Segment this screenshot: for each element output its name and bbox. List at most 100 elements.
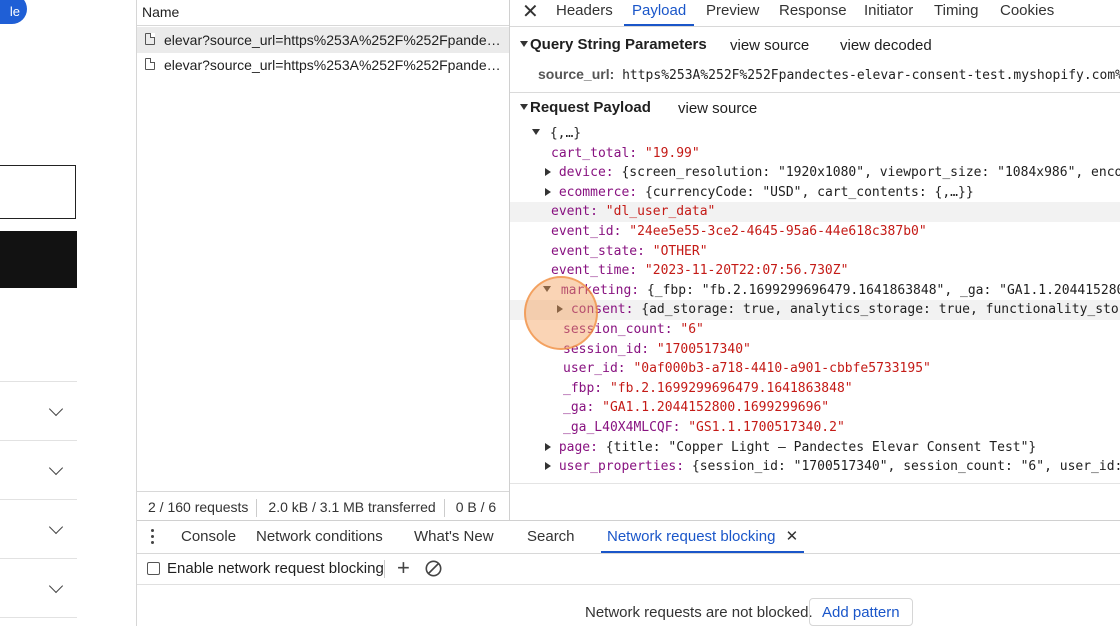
tab-cookies[interactable]: Cookies xyxy=(1000,0,1054,26)
request-row[interactable]: elevar?source_url=https%253A%252F%252Fpa… xyxy=(137,27,509,53)
close-icon[interactable]: ✕ xyxy=(522,1,539,23)
tab-label: Network request blocking xyxy=(607,528,776,545)
tree-item[interactable]: user_properties: {session_id: "170051734… xyxy=(510,457,1120,477)
tree-key: user_id: xyxy=(563,361,626,377)
name-column-header[interactable]: Name xyxy=(137,0,509,26)
tree-item[interactable]: _ga_L40X4MLCQF: "GS1.1.1700517340.2" xyxy=(510,418,1120,438)
tree-item[interactable]: page: {title: "Copper Light – Pandectes … xyxy=(510,438,1120,458)
tree-value: "0af000b3-a718-4410-a901-cbbfe5733195" xyxy=(633,361,931,377)
tree-value: "GS1.1.1700517340.2" xyxy=(688,419,845,435)
tree-value: "fb.2.1699299696479.1641863848" xyxy=(609,380,853,396)
tab-whats-new[interactable]: What's New xyxy=(414,521,494,553)
tree-value: "6" xyxy=(680,321,704,337)
tree-key: page: xyxy=(558,439,598,455)
add-icon[interactable]: + xyxy=(397,555,410,581)
tab-timing[interactable]: Timing xyxy=(934,0,978,26)
tab-initiator[interactable]: Initiator xyxy=(864,0,913,26)
webpage-area: le xyxy=(0,0,136,626)
tree-item[interactable]: _ga: "GA1.1.2044152800.1699299696" xyxy=(510,398,1120,418)
tree-key: _ga: xyxy=(563,400,595,416)
tree-item[interactable]: session_count: "6" xyxy=(510,320,1120,340)
close-tab-icon[interactable]: ✕ xyxy=(786,528,799,545)
accordion-row[interactable] xyxy=(0,440,77,500)
collapse-triangle-icon xyxy=(520,104,528,110)
tab-console[interactable]: Console xyxy=(181,521,236,553)
tree-value: "19.99" xyxy=(644,145,700,161)
network-status-bar: 2 / 160 requests 2.0 kB / 3.1 MB transfer… xyxy=(137,491,509,522)
drawer-tab-bar: Console Network conditions What's New Se… xyxy=(137,520,1120,554)
request-detail-panel: ✕ Headers Payload Preview Response Initi… xyxy=(510,0,1120,520)
detail-tab-bar: ✕ Headers Payload Preview Response Initi… xyxy=(510,0,1120,27)
tree-key: _ga_L40X4MLCQF: xyxy=(563,419,681,435)
payload-view-source-button[interactable]: view source xyxy=(678,100,757,117)
transferred-size: 2.0 kB / 3.1 MB transferred xyxy=(268,499,436,515)
tree-item[interactable]: session_id: "1700517340" xyxy=(510,340,1120,360)
view-source-button[interactable]: view source xyxy=(730,37,809,54)
page-input-field[interactable] xyxy=(0,165,76,219)
tree-item[interactable]: user_id: "0af000b3-a718-4410-a901-cbbfe5… xyxy=(510,359,1120,379)
divider xyxy=(510,92,1120,93)
tab-headers[interactable]: Headers xyxy=(556,0,613,26)
tree-key: _fbp: xyxy=(563,380,603,396)
tree-value: {currencyCode: "USD", cart_contents: {,…… xyxy=(644,184,974,200)
tree-value: {title: "Copper Light – Pandectes Elevar… xyxy=(605,439,1037,455)
tree-item[interactable]: cart_total: "19.99" xyxy=(510,144,1120,164)
add-pattern-button[interactable]: Add pattern xyxy=(809,598,913,626)
tree-key: event: xyxy=(551,204,598,220)
tab-preview[interactable]: Preview xyxy=(706,0,759,26)
click-indicator xyxy=(524,276,598,350)
expand-triangle-icon xyxy=(545,462,551,471)
tree-key: user_properties: xyxy=(558,459,685,475)
request-row[interactable]: elevar?source_url=https%253A%252F%252Fpa… xyxy=(137,52,509,78)
expand-triangle-icon xyxy=(532,129,540,135)
tree-item[interactable]: device: {screen_resolution: "1920x1080",… xyxy=(510,163,1120,183)
chevron-down-icon xyxy=(48,519,64,535)
blocking-toolbar: Enable network request blocking + xyxy=(137,553,1120,585)
tab-payload[interactable]: Payload xyxy=(624,0,695,26)
tree-value: "2023-11-20T22:07:56.730Z" xyxy=(644,263,849,279)
expand-triangle-icon xyxy=(545,442,551,451)
more-options-icon[interactable] xyxy=(151,529,155,547)
document-icon xyxy=(145,58,155,70)
view-decoded-button[interactable]: view decoded xyxy=(840,37,932,54)
accordion-row[interactable] xyxy=(0,499,77,559)
query-param-row: source_url: https%253A%252F%252Fpandecte… xyxy=(538,64,1120,86)
tab-network-request-blocking[interactable]: Network request blocking ✕ xyxy=(601,521,805,553)
tree-value: {_fbp: "fb.2.1699299696479.1641863848", … xyxy=(646,282,1120,298)
tree-item[interactable]: ecommerce: {currencyCode: "USD", cart_co… xyxy=(510,183,1120,203)
page-dark-button[interactable] xyxy=(0,231,77,288)
tree-item[interactable]: event_id: "24ee5e55-3ce2-4645-95a6-44e61… xyxy=(510,222,1120,242)
tree-item[interactable]: consent: {ad_storage: true, analytics_st… xyxy=(510,300,1120,320)
request-name: elevar?source_url=https%253A%252F%252Fpa… xyxy=(164,32,502,48)
tab-search[interactable]: Search xyxy=(527,521,575,553)
chevron-down-icon xyxy=(48,578,64,594)
tree-item[interactable]: event_state: "OTHER" xyxy=(510,242,1120,262)
tree-key: cart_total: xyxy=(551,145,638,161)
divider xyxy=(0,617,77,618)
accordion-row[interactable] xyxy=(0,381,77,441)
expand-triangle-icon xyxy=(545,168,551,177)
tree-item[interactable]: event_time: "2023-11-20T22:07:56.730Z" xyxy=(510,261,1120,281)
page-pill-button[interactable]: le xyxy=(0,0,27,24)
tree-root[interactable]: {,…} xyxy=(510,124,1120,144)
payload-tree: {,…} cart_total: "19.99" device: {screen… xyxy=(510,124,1120,477)
not-blocked-message: Network requests are not blocked. xyxy=(585,604,813,621)
tree-value: {ad_storage: true, analytics_storage: tr… xyxy=(641,302,1120,318)
query-string-header[interactable]: Query String Parameters xyxy=(520,36,707,53)
enable-blocking-label[interactable]: Enable network request blocking xyxy=(167,553,384,584)
tree-value: {session_id: "1700517340", session_count… xyxy=(691,459,1120,475)
request-payload-header[interactable]: Request Payload xyxy=(520,99,651,116)
query-string-title: Query String Parameters xyxy=(530,36,707,53)
tab-network-conditions[interactable]: Network conditions xyxy=(256,521,383,553)
collapse-triangle-icon xyxy=(520,41,528,47)
enable-blocking-checkbox[interactable] xyxy=(147,562,160,575)
devtools-panel: Name elevar?source_url=https%253A%252F%2… xyxy=(136,0,1120,626)
tree-item[interactable]: _fbp: "fb.2.1699299696479.1641863848" xyxy=(510,379,1120,399)
tree-value: {screen_resolution: "1920x1080", viewpor… xyxy=(621,165,1120,181)
accordion-row[interactable] xyxy=(0,558,77,618)
tree-item[interactable]: marketing: {_fbp: "fb.2.1699299696479.16… xyxy=(510,281,1120,301)
tab-response[interactable]: Response xyxy=(779,0,847,26)
request-list-panel: Name elevar?source_url=https%253A%252F%2… xyxy=(137,0,510,520)
tree-item[interactable]: event: "dl_user_data" xyxy=(510,202,1120,222)
clear-patterns-icon[interactable] xyxy=(425,560,442,577)
